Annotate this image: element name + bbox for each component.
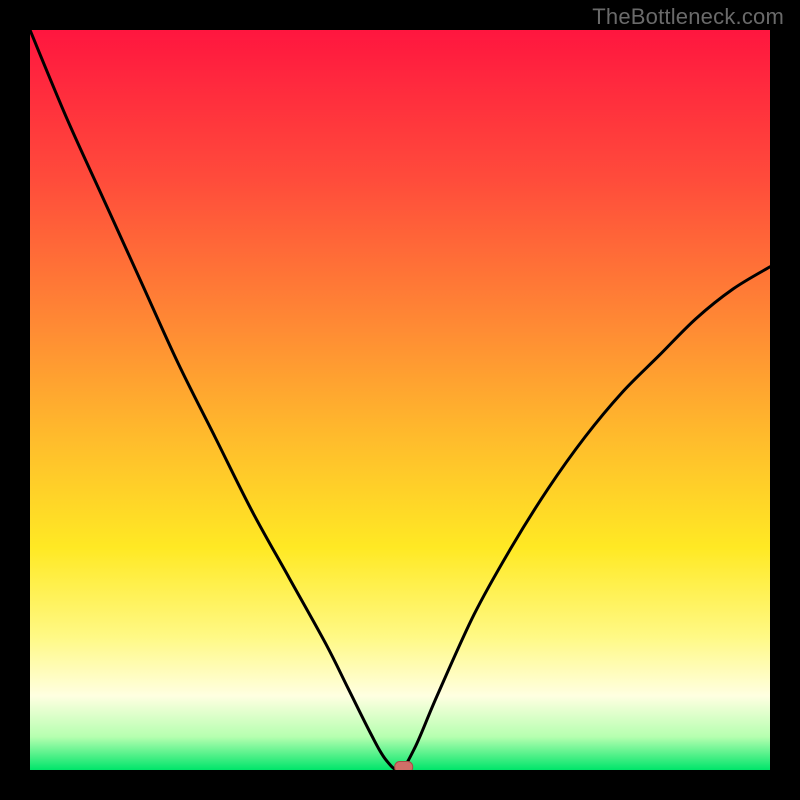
optimal-point-marker: [395, 762, 413, 770]
watermark-text: TheBottleneck.com: [592, 4, 784, 30]
gradient-background: [30, 30, 770, 770]
bottleneck-chart: [30, 30, 770, 770]
chart-frame: TheBottleneck.com: [0, 0, 800, 800]
plot-area: [30, 30, 770, 770]
